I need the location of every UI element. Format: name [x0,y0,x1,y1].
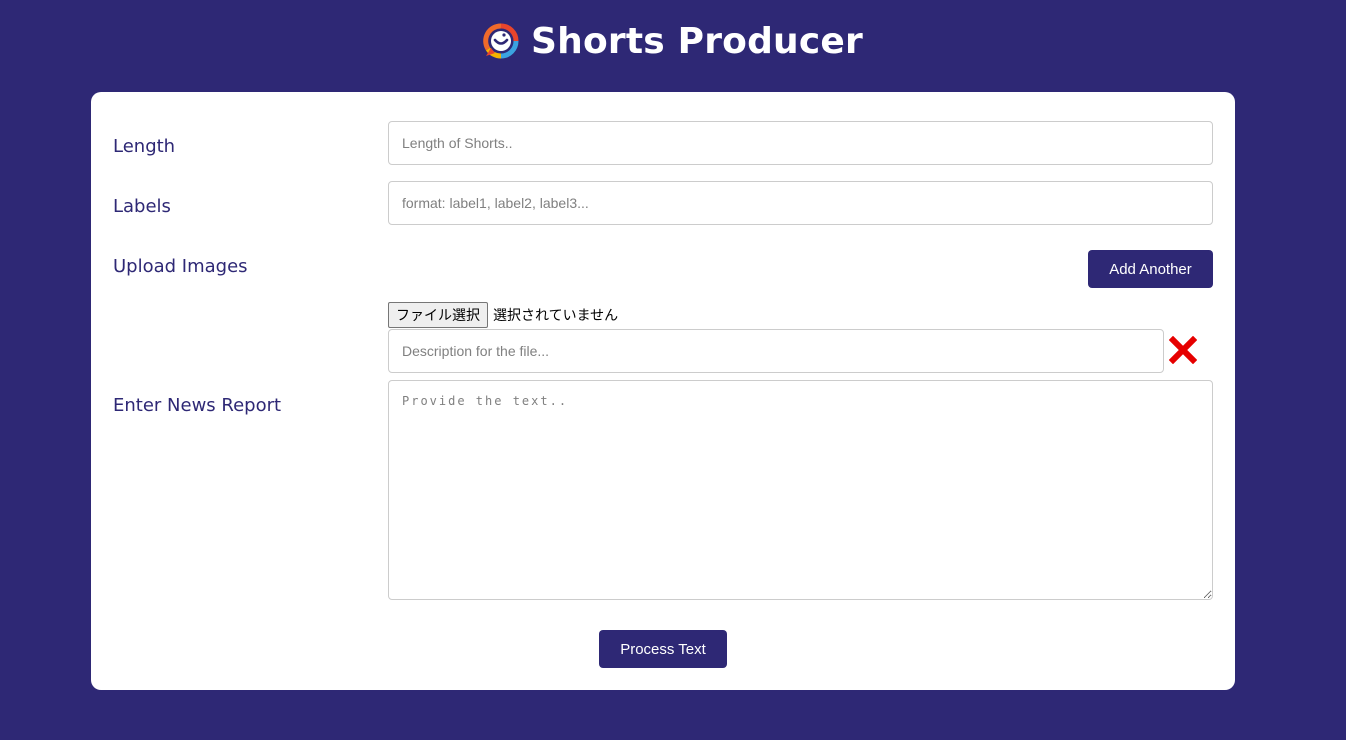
page-title: Shorts Producer [531,20,863,62]
brand: Shorts Producer [483,21,863,62]
page-header: Shorts Producer [0,0,1346,84]
upload-images-label: Upload Images [113,256,248,277]
file-description-input[interactable] [388,329,1164,373]
chat-bubble-smile-icon [483,23,519,59]
news-report-textarea[interactable] [388,380,1213,600]
add-another-button[interactable]: Add Another [1088,250,1213,288]
length-input[interactable] [388,121,1213,165]
file-picker: ファイル選択 選択されていません [388,302,618,328]
labels-label: Labels [113,196,171,217]
process-text-button[interactable]: Process Text [599,630,727,668]
length-label: Length [113,136,176,157]
news-report-label: Enter News Report [113,395,282,416]
choose-file-button[interactable]: ファイル選択 [388,302,488,328]
form-card: Length Labels Upload Images Add Another … [91,92,1235,690]
red-x-icon[interactable] [1169,336,1197,364]
file-status: 選択されていません [493,308,619,324]
labels-input[interactable] [388,181,1213,225]
